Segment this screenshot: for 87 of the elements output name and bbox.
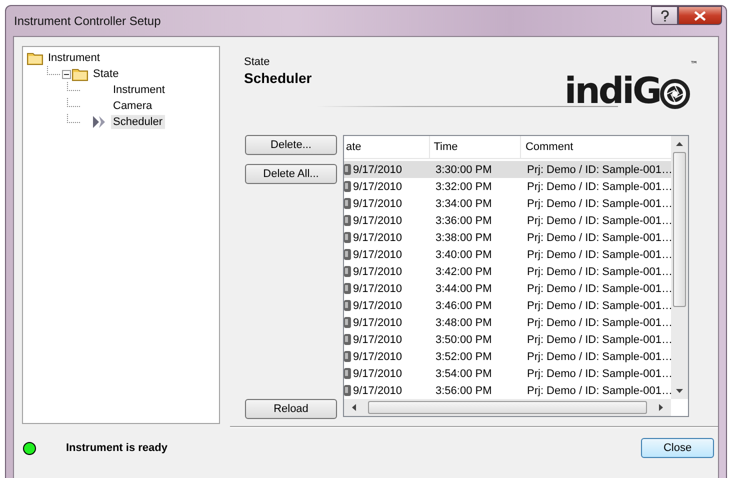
table-row[interactable]: 9/17/2010 3:44:00 PM Prj: Demo / ID: Sample-001… <box>344 280 671 297</box>
close-dialog-button[interactable]: Close <box>641 438 714 458</box>
scroll-right-icon[interactable] <box>659 404 663 411</box>
date-cell: 9/17/2010 <box>353 384 402 396</box>
delete-all-button[interactable]: Delete All... <box>245 164 337 184</box>
tree-item[interactable]: Instrument <box>111 83 167 97</box>
comment-cell-text: Prj: Demo / ID: Sample-001… <box>526 198 671 210</box>
date-cell: 9/17/2010 <box>353 248 402 260</box>
table-row[interactable]: 9/17/2010 3:52:00 PM Prj: Demo / ID: Sample-001… <box>344 348 671 365</box>
scroll-up-icon[interactable] <box>676 142 683 146</box>
column-header[interactable]: Comment <box>521 136 671 158</box>
date-cell: 9/17/2010 <box>353 266 402 278</box>
date-cell: 9/17/2010 <box>353 232 402 244</box>
comment-cell-text: Prj: Demo / ID: Sample-001… <box>526 248 671 260</box>
date-cell: 9/17/2010 <box>353 368 402 380</box>
column-header[interactable]: ate <box>344 136 430 158</box>
date-cell: 9/17/2010 <box>353 316 402 328</box>
table-row[interactable]: 9/17/2010 3:32:00 PM Prj: Demo / ID: Sample-001… <box>344 178 671 195</box>
comment-cell-text: Prj: Demo / ID: Sample-001… <box>526 214 671 226</box>
time-cell-text: 3:52:00 PM <box>434 350 493 362</box>
date-cell: 9/17/2010 <box>353 282 402 294</box>
time-cell-text: 3:50:00 PM <box>434 334 493 346</box>
comment-cell-text: Prj: Demo / ID: Sample-001… <box>526 180 671 192</box>
time-cell-text: 3:44:00 PM <box>434 282 493 294</box>
table-row[interactable]: 9/17/2010 3:56:00 PM Prj: Demo / ID: Sample-001… <box>344 382 671 399</box>
table-row[interactable]: 9/17/2010 3:54:00 PM Prj: Demo / ID: Sample-001… <box>344 365 671 382</box>
comment-cell-text: Prj: Demo / ID: Sample-001… <box>526 164 671 176</box>
time-cell-text: 3:32:00 PM <box>434 180 493 192</box>
comment-cell-text: Prj: Demo / ID: Sample-001… <box>526 282 671 294</box>
date-cell: 9/17/2010 <box>353 300 402 312</box>
comment-cell-text: Prj: Demo / ID: Sample-001… <box>526 334 671 346</box>
time-cell-text: 3:34:00 PM <box>434 198 493 210</box>
time-cell-text: 3:36:00 PM <box>434 214 493 226</box>
time-cell-text: 3:56:00 PM <box>434 384 493 396</box>
help-button[interactable] <box>651 6 678 25</box>
date-cell: 9/17/2010 <box>353 198 402 210</box>
tree-item[interactable]: State <box>91 67 121 81</box>
chevron-icon <box>92 115 108 129</box>
scroll-down-icon[interactable] <box>676 389 683 393</box>
section-title: Scheduler <box>244 70 312 86</box>
date-cell: 9/17/2010 <box>353 214 402 226</box>
date-cell: 9/17/2010 <box>353 180 402 192</box>
time-cell-text: 3:40:00 PM <box>434 248 493 260</box>
close-icon <box>694 10 706 20</box>
time-cell-text: 3:48:00 PM <box>434 316 493 328</box>
time-cell-text: 3:46:00 PM <box>434 300 493 312</box>
time-cell-text: 3:30:00 PM <box>434 164 493 176</box>
time-cell-text: 3:54:00 PM <box>434 368 493 380</box>
table-row[interactable]: 9/17/2010 3:46:00 PM Prj: Demo / ID: Sample-001… <box>344 297 671 314</box>
date-cell: 9/17/2010 <box>353 350 402 362</box>
comment-cell-text: Prj: Demo / ID: Sample-001… <box>526 232 671 244</box>
tree-item[interactable]: Camera <box>111 99 154 113</box>
status-text: Instrument is ready <box>66 442 168 454</box>
section-category: State <box>244 56 271 68</box>
table-row[interactable]: 9/17/2010 3:48:00 PM Prj: Demo / ID: Sample-001… <box>344 314 671 331</box>
horizontal-scrollbar[interactable] <box>344 399 671 416</box>
logo: indiG ™ <box>564 60 698 110</box>
folder-icon <box>27 52 43 64</box>
comment-cell-text: Prj: Demo / ID: Sample-001… <box>526 350 671 362</box>
scroll-left-icon[interactable] <box>352 404 356 411</box>
date-cell: 9/17/2010 <box>353 164 402 176</box>
folder-icon <box>72 68 88 80</box>
comment-cell-text: Prj: Demo / ID: Sample-001… <box>526 316 671 328</box>
table-row[interactable]: 9/17/2010 3:34:00 PM Prj: Demo / ID: Sample-001… <box>344 195 671 212</box>
time-cell-text: 3:42:00 PM <box>434 266 493 278</box>
table-row[interactable]: 9/17/2010 3:42:00 PM Prj: Demo / ID: Sample-001… <box>344 263 671 280</box>
tree-item[interactable]: Scheduler <box>111 115 165 129</box>
comment-cell-text: Prj: Demo / ID: Sample-001… <box>526 368 671 380</box>
window-title: Instrument Controller Setup <box>14 14 161 28</box>
time-cell-text: 3:38:00 PM <box>434 232 493 244</box>
delete-button[interactable]: Delete... <box>245 135 337 155</box>
help-icon <box>660 10 670 22</box>
column-header[interactable]: Time <box>430 136 522 158</box>
comment-cell-text: Prj: Demo / ID: Sample-001… <box>526 384 671 396</box>
close-button[interactable] <box>678 6 722 25</box>
comment-cell-text: Prj: Demo / ID: Sample-001… <box>526 300 671 312</box>
table-row[interactable]: 9/17/2010 3:40:00 PM Prj: Demo / ID: Sample-001… <box>344 246 671 263</box>
table-row[interactable]: 9/17/2010 3:50:00 PM Prj: Demo / ID: Sample-001… <box>344 331 671 348</box>
date-cell: 9/17/2010 <box>353 334 402 346</box>
table-row[interactable]: 9/17/2010 3:36:00 PM Prj: Demo / ID: Sample-001… <box>344 212 671 229</box>
collapse-icon[interactable] <box>62 70 71 78</box>
table-row[interactable]: 9/17/2010 3:38:00 PM Prj: Demo / ID: Sample-001… <box>344 229 671 246</box>
comment-cell-text: Prj: Demo / ID: Sample-001… <box>526 266 671 278</box>
tree-item[interactable]: Instrument <box>46 51 102 65</box>
vertical-scrollbar[interactable] <box>671 136 688 399</box>
table-row[interactable]: 9/17/2010 3:30:00 PM Prj: Demo / ID: Sample-001… <box>344 161 671 178</box>
reload-button[interactable]: Reload <box>245 399 337 419</box>
